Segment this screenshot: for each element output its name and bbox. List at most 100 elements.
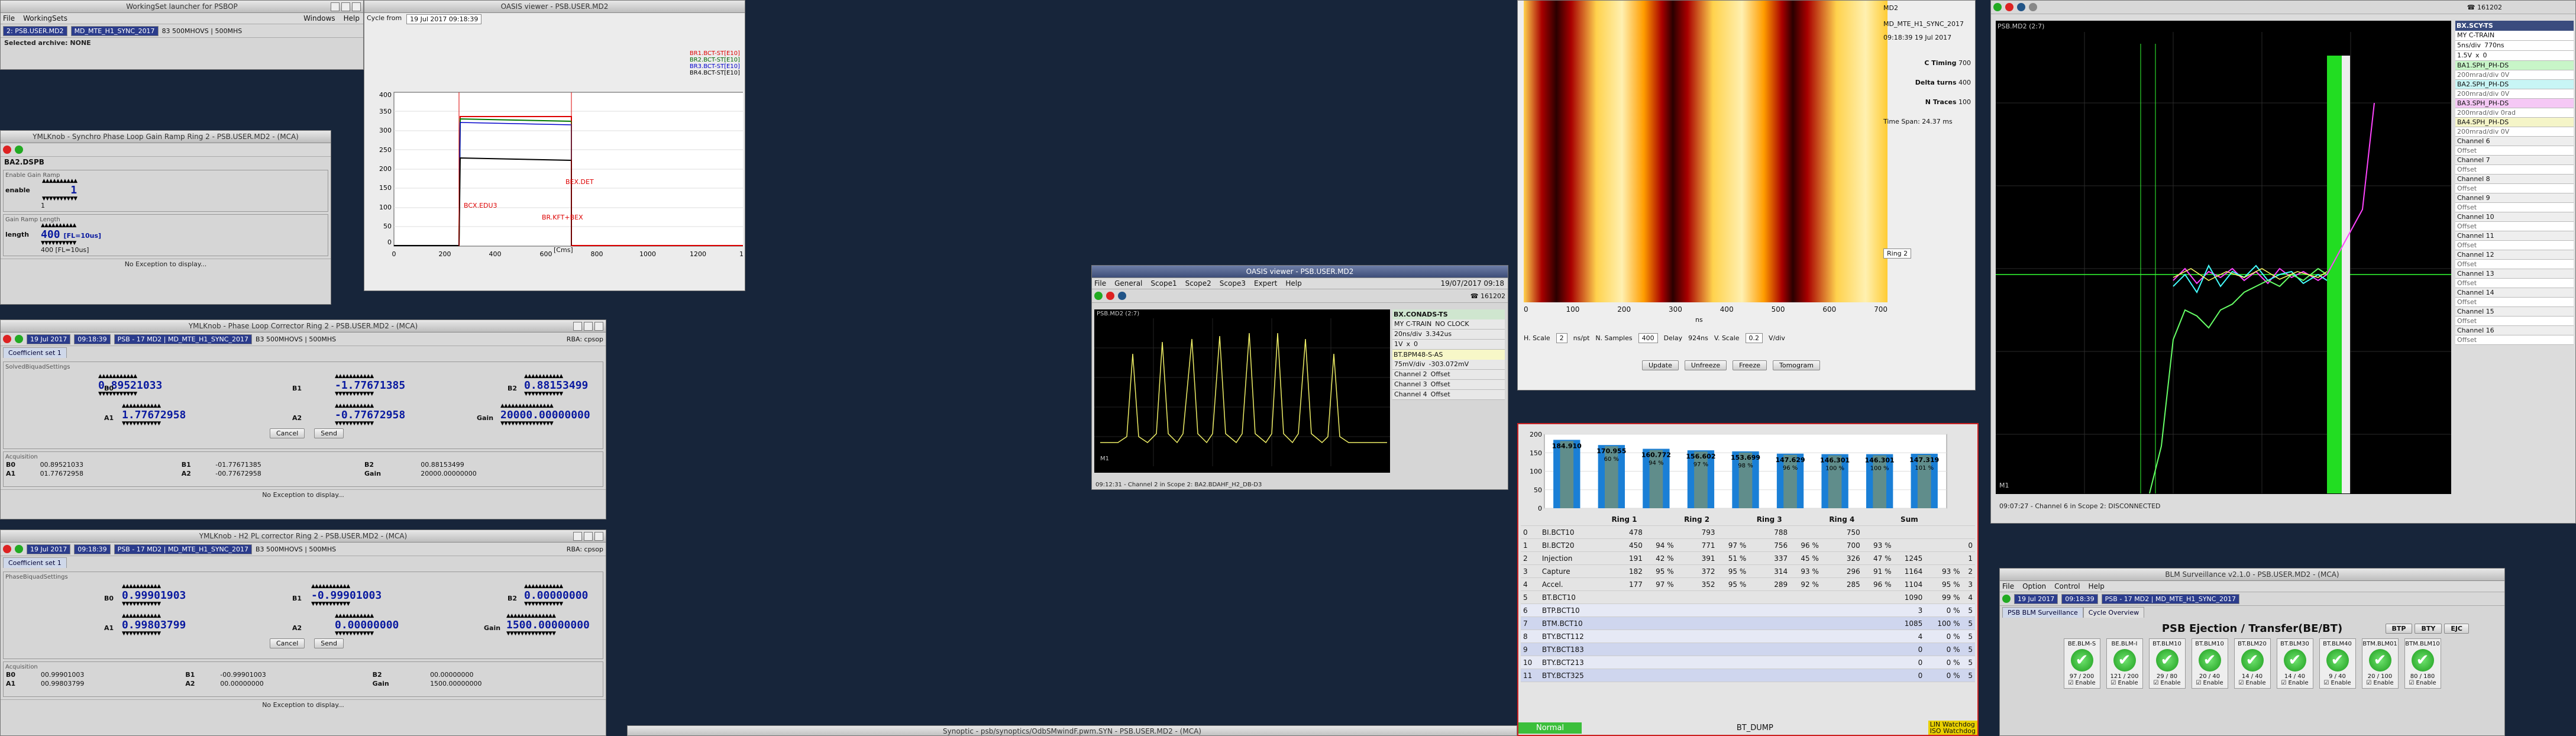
menu-help[interactable]: Help [1285, 278, 1301, 289]
B0-knob[interactable]: ▲▲▲▲▲▲▲▲▲▲▲ 0.99901903 ▼▼▼▼▼▼▼▼▼▼▼ [122, 584, 186, 607]
cycle-field[interactable]: PSB - 17 MD2 | MD_MTE_H1_SYNC_2017 [2101, 593, 2239, 604]
table-row[interactable]: 9 BTY.BCT183 0 0 % 5 [1521, 643, 1975, 656]
A2-knob[interactable]: ▲▲▲▲▲▲▲▲▲▲▲ -0.77672958 ▼▼▼▼▼▼▼▼▼▼▼ [335, 403, 405, 427]
minimize-button[interactable] [573, 322, 582, 331]
ejc-button[interactable]: EJC [2444, 624, 2469, 634]
enable-checkbox[interactable]: ☑ Enable [2064, 680, 2100, 686]
synoptic-titlebar[interactable]: Synoptic - psb/synoptics/OdbSMwindF.pwm.… [628, 726, 1517, 735]
ntraces-value[interactable]: 100 [1958, 98, 1971, 106]
enable-checkbox[interactable]: ☑ Enable [2320, 680, 2355, 686]
channel-name[interactable]: Channel 2 [1392, 370, 1429, 379]
stop-icon[interactable] [3, 146, 11, 154]
channel-setting[interactable]: Offset [2455, 279, 2574, 288]
refresh-icon[interactable] [15, 335, 23, 343]
user-selector[interactable]: 2: PSB.USER.MD2 [3, 25, 67, 36]
channel-setting[interactable]: 200mrad/div 0V [2455, 70, 2574, 80]
signal-name[interactable]: BX.SCY-TS [2455, 21, 2574, 31]
A1-value[interactable]: 0.99803799 [122, 619, 186, 631]
field-cell[interactable]: 5ns/div [2455, 41, 2483, 50]
B2-value[interactable]: 0.88153499 [524, 379, 588, 392]
enable-checkbox[interactable]: ☑ Enable [2192, 680, 2228, 686]
channel-name[interactable]: Channel 3 [1392, 380, 1429, 389]
channel-name[interactable]: Channel 13 [2455, 269, 2574, 279]
field-cell[interactable]: 770ns [2483, 41, 2506, 50]
maximize-button[interactable] [584, 322, 593, 331]
maximize-button[interactable] [584, 532, 593, 541]
Gain-knob[interactable]: ▲▲▲▲▲▲▲▲▲▲▲▲▲▲▲ 20000.00000000 ▼▼▼▼▼▼▼▼▼▼▼… [500, 403, 590, 427]
menu-help[interactable]: Help [2089, 581, 2105, 592]
field-cell[interactable]: x [1405, 340, 1413, 349]
refresh-icon[interactable] [15, 146, 23, 154]
workingset-titlebar[interactable]: WorkingSet launcher for PSBOP [1, 1, 363, 13]
menu-file[interactable]: File [3, 13, 15, 24]
A1-knob[interactable]: ▲▲▲▲▲▲▲▲▲▲▲ 1.77672958 ▼▼▼▼▼▼▼▼▼▼▼ [122, 403, 186, 427]
close-button[interactable] [594, 532, 603, 541]
btp-button[interactable]: BTP [2385, 624, 2413, 634]
channel-name[interactable]: BA3.SPH_PH-DS [2455, 99, 2574, 108]
oasis-small-titlebar[interactable]: OASIS viewer - PSB.USER.MD2 [364, 1, 745, 13]
menu-workingsets[interactable]: WorkingSets [23, 13, 67, 24]
vscale-select[interactable]: 0.2 [1745, 333, 1763, 343]
enable-down-arrows[interactable]: ▼▼▼▼▼▼▼▼▼▼ [42, 196, 77, 202]
ring-select[interactable]: Ring 2 [1883, 248, 1912, 259]
channel-name[interactable]: Channel 8 [2455, 175, 2574, 184]
channel-setting[interactable]: Offset [2455, 260, 2574, 269]
blm-titlebar[interactable]: BLM Surveillance v2.1.0 - PSB.USER.MD2 -… [2000, 569, 2504, 581]
B2-value[interactable]: 0.00000000 [524, 589, 588, 602]
table-row[interactable]: 4 Accel. 177 97 % 352 95 % 289 92 % 285 96 % 1104 9… [1521, 577, 1975, 591]
refresh-icon[interactable] [2002, 595, 2011, 603]
ctiming-value[interactable]: 700 [1958, 59, 1971, 67]
table-row[interactable]: 3 Capture 182 95 % 372 95 % 314 93 % 296 91 % 1164… [1521, 564, 1975, 578]
channel-name[interactable]: Channel 4 [1392, 390, 1429, 399]
B1-value[interactable]: -1.77671385 [335, 379, 405, 392]
coeff2-titlebar[interactable]: YMLKnob - H2 PL corrector Ring 2 - PSB.U… [1, 530, 606, 543]
field-cell[interactable]: 0 [2481, 51, 2489, 60]
channel-setting[interactable]: Offset [2455, 165, 2574, 175]
bty-button[interactable]: BTY [2415, 624, 2442, 634]
table-row[interactable]: 0 BI.BCT10 478 793 788 750 [1521, 525, 1975, 539]
field-cell[interactable]: 75mV/div [1392, 360, 1427, 369]
coeff1-titlebar[interactable]: YMLKnob - Phase Loop Corrector Ring 2 - … [1, 320, 606, 333]
minimize-button[interactable] [331, 2, 340, 11]
table-row[interactable]: 10 BTY.BCT213 0 0 % 5 [1521, 656, 1975, 669]
field-cell[interactable]: 3.342us [1424, 330, 1453, 339]
menu-file[interactable]: File [1094, 278, 1106, 289]
channel-setting[interactable]: Offset [2455, 203, 2574, 212]
channel-setting[interactable]: Offset [2455, 146, 2574, 156]
oasis-scope-titlebar[interactable]: OASIS viewer - PSB.USER.MD2 [1092, 266, 1508, 278]
A1-knob[interactable]: ▲▲▲▲▲▲▲▲▲▲▲ 0.99803799 ▼▼▼▼▼▼▼▼▼▼▼ [122, 614, 186, 637]
channel-setting[interactable]: Offset [2455, 184, 2574, 193]
B1-knob[interactable]: ▲▲▲▲▲▲▲▲▲▲▲ -0.99901003 ▼▼▼▼▼▼▼▼▼▼▼ [311, 584, 382, 607]
B2-knob[interactable]: ▲▲▲▲▲▲▲▲▲▲▲ 0.00000000 ▼▼▼▼▼▼▼▼▼▼▼ [524, 584, 588, 607]
enable-checkbox[interactable]: ☑ Enable [2405, 680, 2441, 686]
channel-name[interactable]: BA2.SPH_PH-DS [2455, 80, 2574, 89]
send-button[interactable]: Send [314, 638, 344, 648]
channel-setting[interactable]: Offset [2455, 317, 2574, 326]
channel-setting[interactable]: Offset [2455, 298, 2574, 307]
enable-checkbox[interactable]: ☑ Enable [2277, 680, 2313, 686]
table-row[interactable]: 5 BT.BCT10 1090 99 % 4 [1521, 590, 1975, 604]
field-cell[interactable]: 1.5V [2455, 51, 2474, 60]
Gain-value[interactable]: 20000.00000000 [500, 409, 590, 421]
channel-name[interactable]: Channel 7 [2455, 156, 2574, 165]
channel-name[interactable]: Channel 16 [2455, 326, 2574, 335]
A2-knob[interactable]: ▲▲▲▲▲▲▲▲▲▲▲ 0.00000000 ▼▼▼▼▼▼▼▼▼▼▼ [335, 614, 399, 637]
channel-name[interactable]: Channel 6 [2455, 137, 2574, 146]
table-row[interactable]: 2 Injection 191 42 % 391 51 % 337 45 % 326 47 % 12… [1521, 551, 1975, 565]
menu-expert[interactable]: Expert [1254, 278, 1277, 289]
nsamples-select[interactable]: 400 [1638, 333, 1658, 343]
menu-file[interactable]: File [2002, 581, 2014, 592]
channel-name[interactable]: Channel 9 [2455, 193, 2574, 203]
tomogram-button[interactable]: Tomogram [1773, 360, 1820, 370]
channel-name[interactable]: Channel 10 [2455, 212, 2574, 222]
table-row[interactable]: 7 BTM.BCT10 1085 100 % 5 [1521, 616, 1975, 630]
channel-name[interactable]: Channel 11 [2455, 231, 2574, 241]
menu-scope3[interactable]: Scope3 [1220, 278, 1246, 289]
channel-setting[interactable]: 200mrad/div 0V [2455, 89, 2574, 99]
A2-value[interactable]: -0.77672958 [335, 409, 405, 421]
unfreeze-button[interactable]: Unfreeze [1684, 360, 1727, 370]
B2-knob[interactable]: ▲▲▲▲▲▲▲▲▲▲▲ 0.88153499 ▼▼▼▼▼▼▼▼▼▼▼ [524, 374, 588, 397]
enable-value[interactable]: 1 [42, 184, 77, 196]
delay-value[interactable]: 924ns [1688, 334, 1708, 342]
menu-scope2[interactable]: Scope2 [1185, 278, 1211, 289]
